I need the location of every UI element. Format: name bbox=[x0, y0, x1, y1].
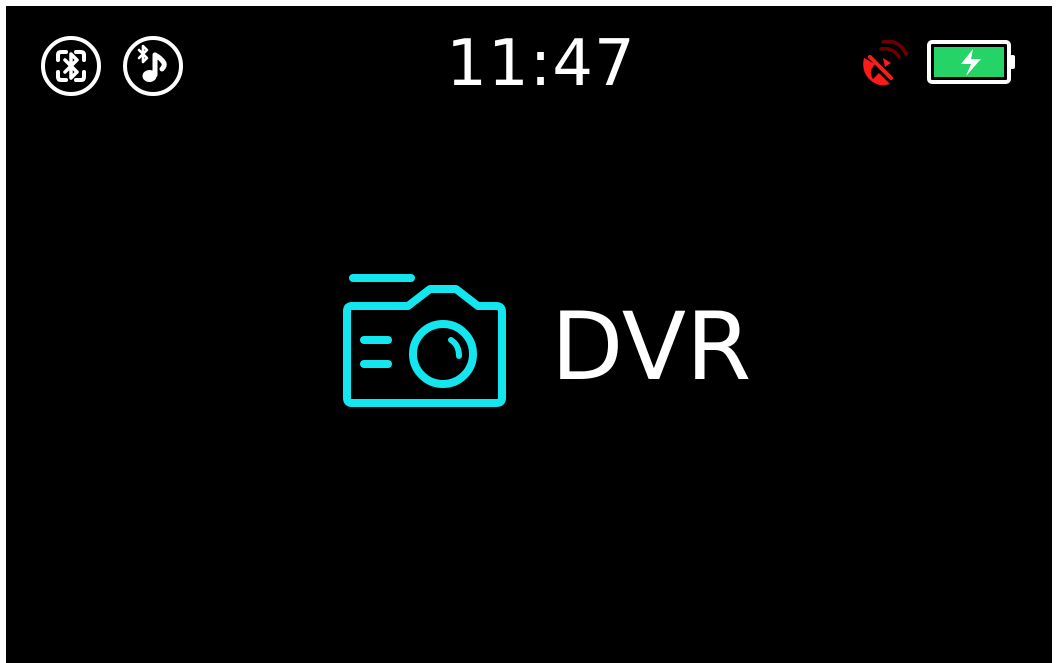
device-screen: 11:47 DVR bbox=[6, 6, 1052, 663]
status-bar: 11:47 bbox=[6, 6, 1052, 126]
satellite-signal-icon bbox=[863, 39, 908, 86]
camera-icon bbox=[343, 274, 506, 407]
battery-charging-icon bbox=[927, 40, 1015, 84]
current-mode: DVR bbox=[333, 272, 773, 412]
mode-label: DVR bbox=[551, 293, 752, 402]
